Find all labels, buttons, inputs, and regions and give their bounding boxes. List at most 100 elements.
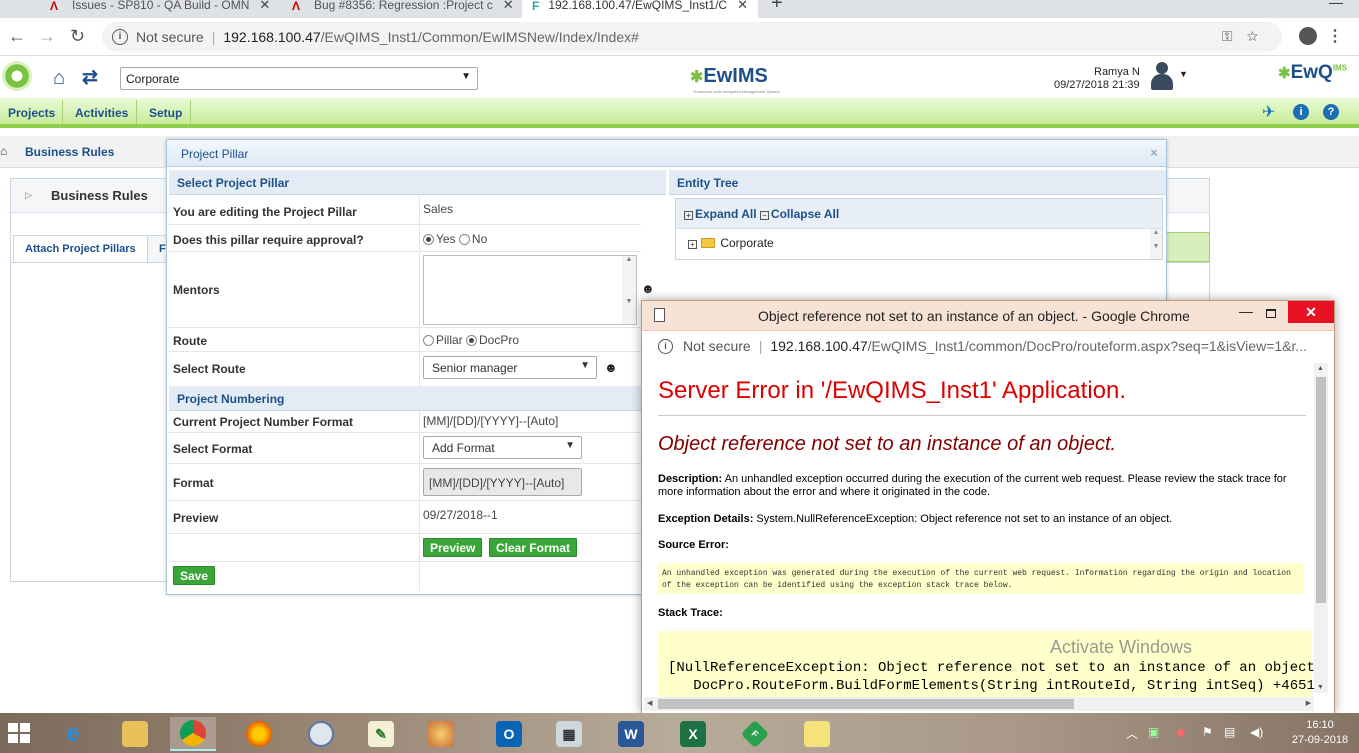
url-path: /EwQIMS_Inst1/Common/EwIMSNew/Index/Inde…: [320, 29, 639, 45]
scrollbar-thumb[interactable]: [658, 699, 1074, 709]
taskbar-paint[interactable]: [418, 717, 464, 751]
approval-yes-radio[interactable]: [423, 234, 434, 245]
info-icon[interactable]: i: [1293, 104, 1309, 120]
tray-network-icon[interactable]: ▤: [1224, 725, 1235, 739]
browser-toolbar: ← → ↻ i Not secure | 192.168.100.47 /EwQ…: [0, 18, 1359, 56]
popup-address-bar[interactable]: i Not secure | 192.168.100.47/EwQIMS_Ins…: [652, 333, 1330, 359]
refresh-icon[interactable]: ⇄: [82, 66, 98, 89]
home-icon[interactable]: ⌂: [53, 67, 65, 90]
help-icon[interactable]: ?: [1323, 104, 1339, 120]
info-icon[interactable]: i: [658, 338, 673, 354]
scrollbar[interactable]: ▲ ▼: [1150, 229, 1162, 259]
tray-expand-icon[interactable]: ︿: [1126, 725, 1138, 742]
taskbar-chrome[interactable]: [170, 717, 216, 751]
menu-projects[interactable]: Projects: [8, 106, 55, 120]
taskbar-firefox[interactable]: [236, 717, 282, 751]
home-icon[interactable]: ⌂: [0, 144, 7, 158]
select-user-icon[interactable]: ☻: [604, 360, 618, 375]
format-label: Format: [173, 476, 214, 490]
project-numbering-section: Project Numbering: [169, 386, 666, 411]
redmine-icon: Λ: [50, 0, 59, 13]
window-controls[interactable]: —: [1329, 0, 1343, 10]
format-field[interactable]: [MM]/[DD]/[YYYY]--[Auto]: [423, 468, 582, 496]
plus-icon: +: [684, 211, 693, 220]
reload-icon[interactable]: ↻: [70, 26, 85, 47]
menu-setup[interactable]: Setup: [149, 106, 182, 120]
taskbar-sticky-notes[interactable]: [794, 717, 840, 751]
browser-tab-issues[interactable]: Λ Issues - SP810 - QA Build - OMN ✕: [40, 0, 280, 18]
tab-attach-project-pillars[interactable]: Attach Project Pillars: [13, 235, 148, 263]
browser-menu-icon[interactable]: ⋮: [1327, 26, 1343, 46]
plus-icon[interactable]: +: [688, 240, 697, 249]
taskbar-word[interactable]: W: [608, 717, 654, 751]
scroll-down-icon[interactable]: ▼: [1317, 684, 1324, 691]
address-bar[interactable]: i Not secure | 192.168.100.47 /EwQIMS_In…: [102, 22, 1282, 52]
route-docpro-radio[interactable]: [466, 335, 478, 346]
approval-no-radio[interactable]: [458, 234, 470, 245]
taskbar-app-notepad[interactable]: ✎: [358, 717, 404, 751]
stack-trace-label: Stack Trace:: [658, 607, 723, 619]
scrollbar-thumb[interactable]: [1316, 377, 1326, 603]
taskbar-clock[interactable]: 16:10 27-09-2018: [1286, 718, 1354, 748]
account-icon[interactable]: [1299, 27, 1317, 45]
close-window-icon[interactable]: ✕: [1288, 301, 1334, 323]
tray-volume-icon[interactable]: ◀): [1250, 725, 1263, 739]
taskbar-outlook[interactable]: O: [486, 717, 532, 751]
tray-app-icon[interactable]: ▣: [1148, 725, 1159, 739]
browser-tab-bug[interactable]: Λ Bug #8356: Regression :Project c ✕: [282, 0, 524, 18]
app-diamond-icon: F: [740, 719, 770, 749]
organization-select[interactable]: Corporate ▼: [120, 67, 478, 90]
browser-tab-strip: Λ Issues - SP810 - QA Build - OMN ✕ Λ Bu…: [0, 0, 1359, 18]
source-error-box: An unhandled exception was generated dur…: [658, 563, 1304, 594]
tree-node-corporate[interactable]: + Corporate: [688, 236, 774, 250]
route-pillar-radio[interactable]: [423, 335, 434, 346]
vertical-scrollbar[interactable]: ▲ ▼: [1314, 363, 1328, 693]
expand-all-link[interactable]: + Expand All: [684, 207, 757, 221]
route-radio-group: Pillar DocPro: [423, 333, 519, 347]
select-format-dropdown[interactable]: Add Format ▼: [423, 436, 582, 459]
user-avatar-icon[interactable]: [1148, 60, 1176, 90]
taskbar-safari[interactable]: [298, 717, 344, 751]
editing-label: You are editing the Project Pillar: [173, 205, 357, 219]
close-tab-icon[interactable]: ✕: [259, 0, 270, 13]
scrollbar[interactable]: ▲ ▼: [622, 256, 636, 324]
info-icon[interactable]: i: [112, 29, 128, 45]
close-tab-icon[interactable]: ✕: [503, 0, 514, 13]
user-menu-caret-icon[interactable]: ▼: [1179, 69, 1188, 79]
pin-icon[interactable]: ✈: [1262, 102, 1275, 122]
error-popup-window: Object reference not set to an instance …: [641, 300, 1335, 714]
tray-flag-icon[interactable]: ⚑: [1202, 725, 1213, 739]
clear-format-button[interactable]: Clear Format: [489, 538, 578, 557]
current-format-value: [MM]/[DD]/[YYYY]--[Auto]: [423, 414, 559, 428]
taskbar-calculator[interactable]: ▦: [546, 717, 592, 751]
scroll-right-icon[interactable]: ▶: [1306, 699, 1311, 707]
scroll-up-icon[interactable]: ▲: [1317, 365, 1324, 372]
expand-arrow-icon[interactable]: ▷: [25, 190, 32, 201]
taskbar-explorer[interactable]: [112, 717, 158, 751]
taskbar-excel[interactable]: X: [670, 717, 716, 751]
minimize-icon[interactable]: —: [1239, 303, 1253, 319]
new-tab-button[interactable]: +: [771, 0, 783, 15]
collapse-all-link[interactable]: − Collapse All: [759, 207, 839, 221]
mentors-listbox[interactable]: ▲ ▼: [423, 255, 637, 325]
folder-icon: [701, 238, 715, 248]
select-user-icon[interactable]: ☻: [641, 281, 655, 296]
windows-start-icon[interactable]: [8, 723, 30, 743]
forward-arrow-icon[interactable]: →: [38, 26, 56, 47]
menu-activities[interactable]: Activities: [75, 106, 128, 120]
select-route-dropdown[interactable]: Senior manager ▼: [423, 356, 597, 379]
back-arrow-icon[interactable]: ←: [8, 26, 26, 47]
close-tab-icon[interactable]: ✕: [737, 0, 748, 13]
browser-tab-active[interactable]: F 192.168.100.47/EwQIMS_Inst1/C ✕: [522, 0, 758, 18]
horizontal-scrollbar[interactable]: ◀ ▶: [644, 697, 1314, 711]
taskbar-ie[interactable]: e: [50, 717, 96, 751]
windows-taskbar: e ✎ O ▦ W X F ︿ ▣ ◆ ⚑ ▤ ◀) 16:10 27-09-2…: [0, 713, 1359, 753]
close-icon[interactable]: ×: [1146, 145, 1162, 161]
tray-security-icon[interactable]: ◆: [1176, 725, 1185, 739]
preview-button[interactable]: Preview: [423, 538, 483, 557]
scroll-left-icon[interactable]: ◀: [647, 699, 652, 707]
maximize-icon[interactable]: [1266, 309, 1276, 318]
save-button[interactable]: Save: [173, 566, 216, 585]
key-star-icons[interactable]: ⚿☆: [1222, 28, 1272, 45]
taskbar-app-green[interactable]: F: [732, 717, 778, 751]
